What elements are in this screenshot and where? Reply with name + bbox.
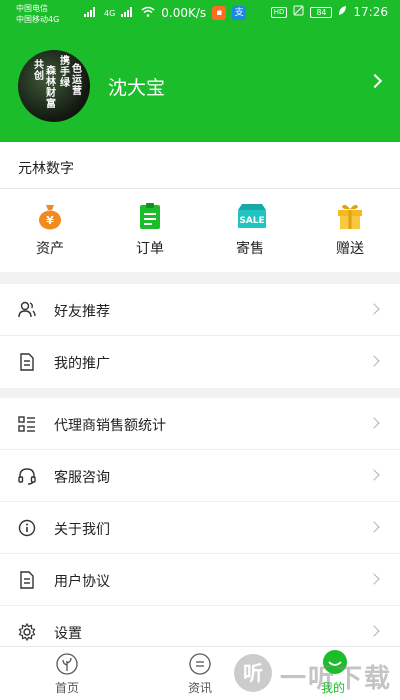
watermark: 听 一听下载 [234, 652, 394, 696]
avatar-text-col4: 色运营 [72, 64, 83, 97]
wallet-item-orders[interactable]: 订单 [115, 202, 185, 258]
tab-home[interactable]: 首页 [27, 653, 107, 696]
chevron-right-icon [368, 469, 380, 481]
alipay-notification-icon: 支 [232, 6, 247, 20]
info-icon [18, 519, 36, 537]
profile-header: 中国电信 中国移动4G 4G 0.00K/s ▪ 支 HD 84 17:26 共… [0, 0, 400, 142]
chevron-right-icon [368, 521, 380, 533]
wifi-icon [141, 6, 155, 20]
carrier-1: 中国电信 [16, 4, 48, 13]
wallet-item-gift[interactable]: 赠送 [315, 202, 385, 258]
signal-icon [84, 6, 98, 20]
menu-item-user-agreement[interactable]: 用户协议 [0, 554, 400, 606]
mute-icon [293, 5, 304, 19]
money-bag-icon: ¥ [36, 202, 64, 230]
avatar[interactable]: 共创 森林财富 携手绿 色运营 [18, 50, 90, 122]
menu-item-label: 我的推广 [54, 356, 110, 372]
svg-text:¥: ¥ [46, 214, 54, 227]
user-name: 沈大宝 [108, 77, 166, 99]
leaf-saver-icon [338, 5, 347, 19]
app-notification-icon: ▪ [212, 6, 227, 20]
chevron-right-icon[interactable] [367, 73, 383, 89]
clock: 17:26 [353, 5, 388, 19]
menu-item-label: 关于我们 [54, 522, 110, 538]
menu-item-label: 设置 [54, 626, 82, 642]
list-stats-icon [18, 415, 36, 433]
document-icon [18, 571, 36, 589]
menu-item-label: 用户协议 [54, 574, 110, 590]
menu-group-1: 好友推荐 我的推广 [0, 284, 400, 388]
status-bar: 中国电信 中国移动4G 4G 0.00K/s ▪ 支 HD 84 17:26 [0, 0, 400, 28]
carrier-info: 中国电信 中国移动4G [16, 3, 59, 25]
network-label: 4G [104, 8, 116, 18]
document-icon [18, 353, 36, 371]
battery-icon: 84 [310, 6, 333, 18]
menu-item-label: 客服咨询 [54, 470, 110, 486]
wallet-item-label: 资产 [36, 241, 64, 257]
menu-item-agent-sales-stats[interactable]: 代理商销售额统计 [0, 398, 400, 450]
tab-news[interactable]: 资讯 [160, 653, 240, 696]
menu-item-label: 代理商销售额统计 [54, 418, 166, 434]
chevron-right-icon [368, 625, 380, 637]
chevron-right-icon [368, 573, 380, 585]
avatar-text-col2: 森林财富 [46, 66, 57, 110]
divider [0, 188, 400, 189]
wallet-title: 元林数字 [18, 161, 74, 177]
avatar-text-col3: 携手绿 [60, 56, 71, 89]
hd-icon: HD [270, 6, 288, 18]
menu-item-about-us[interactable]: 关于我们 [0, 502, 400, 554]
wallet-item-assets[interactable]: ¥ 资产 [15, 202, 85, 258]
profile-row[interactable]: 共创 森林财富 携手绿 色运营 沈大宝 [18, 50, 388, 124]
tab-label: 首页 [54, 681, 79, 695]
wallet-card: 元林数字 ¥ 资产 订单 SALE 寄售 赠送 [0, 142, 400, 272]
svg-text:SALE: SALE [239, 216, 264, 226]
clipboard-icon [136, 202, 164, 230]
headset-icon [18, 467, 36, 485]
leaf-icon [56, 653, 78, 675]
status-middle: 4G 0.00K/s ▪ 支 [84, 6, 247, 20]
signal-icon-2 [121, 6, 135, 20]
news-icon [189, 653, 211, 675]
gift-icon [336, 202, 364, 230]
menu-group-2: 代理商销售额统计 客服咨询 关于我们 用户协议 设置 [0, 398, 400, 658]
gear-icon [18, 622, 36, 642]
menu-item-customer-service[interactable]: 客服咨询 [0, 450, 400, 502]
chevron-right-icon [368, 303, 380, 315]
sale-tag-icon: SALE [236, 202, 266, 230]
avatar-text-col1: 共创 [34, 60, 45, 82]
bottom-tab-bar: 首页 资讯 我的 听 一听下载 [0, 646, 400, 700]
carrier-2: 中国移动4G [16, 15, 60, 24]
people-icon [18, 301, 36, 319]
watermark-logo-icon: 听 [234, 654, 272, 692]
status-right: HD 84 17:26 [270, 5, 388, 19]
chevron-right-icon [368, 355, 380, 367]
menu-item-friend-referral[interactable]: 好友推荐 [0, 284, 400, 336]
tab-label: 资讯 [187, 681, 212, 695]
watermark-text: 一听下载 [280, 664, 393, 694]
menu-item-my-promotion[interactable]: 我的推广 [0, 336, 400, 388]
wallet-item-label: 订单 [136, 241, 164, 257]
menu-item-label: 好友推荐 [54, 304, 110, 320]
wallet-item-consign[interactable]: SALE 寄售 [215, 202, 285, 258]
chevron-right-icon [368, 417, 380, 429]
wallet-item-label: 赠送 [336, 241, 364, 257]
network-speed: 0.00K/s [161, 6, 207, 20]
wallet-item-label: 寄售 [236, 241, 264, 257]
